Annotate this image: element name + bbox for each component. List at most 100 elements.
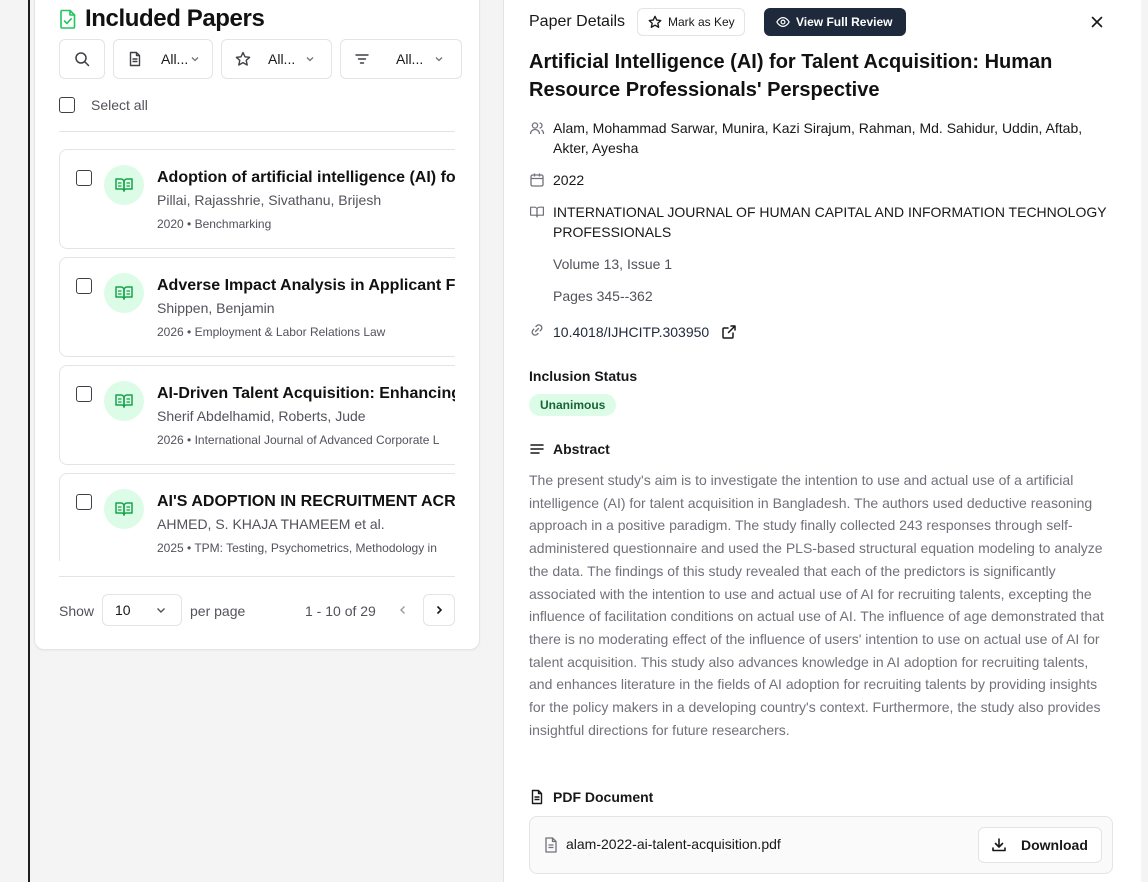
year-text: 2022 <box>553 172 585 188</box>
star-icon <box>648 15 662 28</box>
paper-list: Adoption of artificial intelligence (AI)… <box>59 149 455 561</box>
file-icon <box>545 837 557 853</box>
abstract-header: Abstract <box>529 441 610 457</box>
paper-card[interactable]: Adverse Impact Analysis in Applicant Flo… <box>59 257 455 357</box>
authors-text: Alam, Mohammad Sarwar, Munira, Kazi Sira… <box>553 120 1083 156</box>
chevron-right-icon <box>436 605 443 615</box>
paper-checkbox[interactable] <box>76 278 92 294</box>
paper-card[interactable]: AI'S ADOPTION IN RECRUITMENT ACRO AHMED,… <box>59 473 455 561</box>
chevron-down-icon <box>306 57 314 62</box>
next-page-button[interactable] <box>423 594 455 626</box>
details-header: Paper Details Mark as Key View Full Revi… <box>529 8 1119 36</box>
paper-meta: 2026 • Employment & Labor Relations Law <box>157 325 386 339</box>
previous-page-button[interactable] <box>387 594 419 626</box>
paper-checkbox[interactable] <box>76 386 92 402</box>
authors-row: Alam, Mohammad Sarwar, Munira, Kazi Sira… <box>529 118 1113 158</box>
paper-title: Adoption of artificial intelligence (AI)… <box>157 169 455 186</box>
paper-title: AI'S ADOPTION IN RECRUITMENT ACRO <box>157 493 455 510</box>
window-frame-edge <box>28 0 30 882</box>
journal-text: INTERNATIONAL JOURNAL OF HUMAN CAPITAL A… <box>553 204 1107 240</box>
doi-row: 10.4018/IJHCITP.303950 <box>529 320 737 343</box>
sort-select[interactable]: All... <box>340 39 462 79</box>
per-page-value: 10 <box>115 602 131 618</box>
page-range: 1 - 10 of 29 <box>305 603 376 619</box>
pdf-header: PDF Document <box>529 789 653 805</box>
paper-title: Adverse Impact Analysis in Applicant Flo <box>157 277 455 294</box>
close-icon[interactable] <box>1089 14 1105 30</box>
search-button[interactable] <box>59 39 105 79</box>
external-link-icon[interactable] <box>721 324 737 340</box>
calendar-icon <box>529 170 553 193</box>
filter-lines-icon <box>355 54 369 64</box>
eye-icon <box>776 17 790 27</box>
paper-details-panel: Paper Details Mark as Key View Full Revi… <box>503 0 1141 882</box>
paper-title: AI-Driven Talent Acquisition: Enhancing … <box>157 385 455 402</box>
show-label: Show <box>59 603 95 619</box>
view-full-review-button[interactable]: View Full Review <box>764 8 906 36</box>
per-page-label: per page <box>190 603 246 619</box>
abstract-text: The present study's aim is to investigat… <box>529 472 1104 738</box>
papers-list-panel: Included Papers All... All... All... Sel… <box>34 0 480 650</box>
paper-title-heading: Artificial Intelligence (AI) for Talent … <box>529 51 1053 101</box>
paper-authors: Sherif Abdelhamid, Roberts, Jude <box>157 408 366 424</box>
download-button[interactable]: Download <box>978 827 1102 863</box>
inclusion-status-label: Inclusion Status <box>529 368 638 384</box>
align-left-icon <box>530 444 544 454</box>
star-filter-select[interactable]: All... <box>221 39 332 79</box>
paper-meta: 2020 • Benchmarking <box>157 217 272 231</box>
paper-checkbox[interactable] <box>76 494 92 510</box>
pages-text: Pages 345--362 <box>553 288 653 304</box>
list-header: Included Papers <box>59 5 265 33</box>
chevron-left-icon <box>399 605 406 615</box>
paper-checkbox[interactable] <box>76 170 92 186</box>
pdf-filename: alam-2022-ai-talent-acquisition.pdf <box>566 836 781 852</box>
mark-as-key-label: Mark as Key <box>668 15 735 29</box>
type-filter-select[interactable]: All... <box>113 39 213 79</box>
page-title: Included Papers <box>85 5 265 32</box>
per-page-select[interactable]: 10 <box>102 594 182 626</box>
book-open-icon <box>104 165 144 205</box>
pdf-attachment: alam-2022-ai-talent-acquisition.pdf Down… <box>529 816 1113 874</box>
status-badge: Unanimous <box>529 394 617 416</box>
file-text-icon <box>129 51 141 67</box>
pagination: Show 10 per page 1 - 10 of 29 <box>59 594 455 626</box>
pdf-section-label: PDF Document <box>553 789 654 805</box>
mark-as-key-button[interactable]: Mark as Key <box>637 8 745 36</box>
link-icon <box>529 320 553 343</box>
filter-toolbar: All... All... All... <box>59 39 462 79</box>
users-icon <box>529 118 553 158</box>
view-full-review-label: View Full Review <box>796 15 893 29</box>
doi-link[interactable]: 10.4018/IJHCITP.303950 <box>553 322 709 342</box>
details-header-title: Paper Details <box>529 13 626 30</box>
select-all-row: Select all <box>59 97 148 113</box>
download-label: Download <box>1021 837 1088 853</box>
book-open-icon <box>104 273 144 313</box>
paper-authors: Shippen, Benjamin <box>157 300 275 316</box>
type-filter-value: All... <box>161 51 189 67</box>
book-open-icon <box>529 202 553 242</box>
book-open-icon <box>104 489 144 529</box>
star-icon <box>235 51 251 66</box>
star-filter-value: All... <box>268 51 296 67</box>
book-open-icon <box>104 381 144 421</box>
volume-text: Volume 13, Issue 1 <box>553 256 673 272</box>
year-row: 2022 <box>529 170 1113 193</box>
select-all-label: Select all <box>91 97 148 113</box>
paper-authors: Pillai, Rajasshrie, Sivathanu, Brijesh <box>157 192 382 208</box>
select-all-checkbox[interactable] <box>59 97 75 113</box>
abstract-label: Abstract <box>553 441 610 457</box>
search-icon <box>75 52 90 67</box>
chevron-down-icon <box>157 608 165 613</box>
paper-authors: AHMED, S. KHAJA THAMEEM et al. <box>157 516 385 532</box>
file-text-icon <box>531 789 543 805</box>
paper-meta: 2025 • TPM: Testing, Psychometrics, Meth… <box>157 541 437 555</box>
paper-meta: 2026 • International Journal of Advanced… <box>157 433 440 447</box>
divider <box>59 131 455 132</box>
divider <box>59 576 455 577</box>
paper-card[interactable]: AI-Driven Talent Acquisition: Enhancing … <box>59 365 455 465</box>
sort-value: All... <box>396 51 424 67</box>
chevron-down-icon <box>191 57 199 62</box>
document-check-icon <box>60 9 76 29</box>
paper-card[interactable]: Adoption of artificial intelligence (AI)… <box>59 149 455 249</box>
journal-row: INTERNATIONAL JOURNAL OF HUMAN CAPITAL A… <box>529 202 1113 242</box>
